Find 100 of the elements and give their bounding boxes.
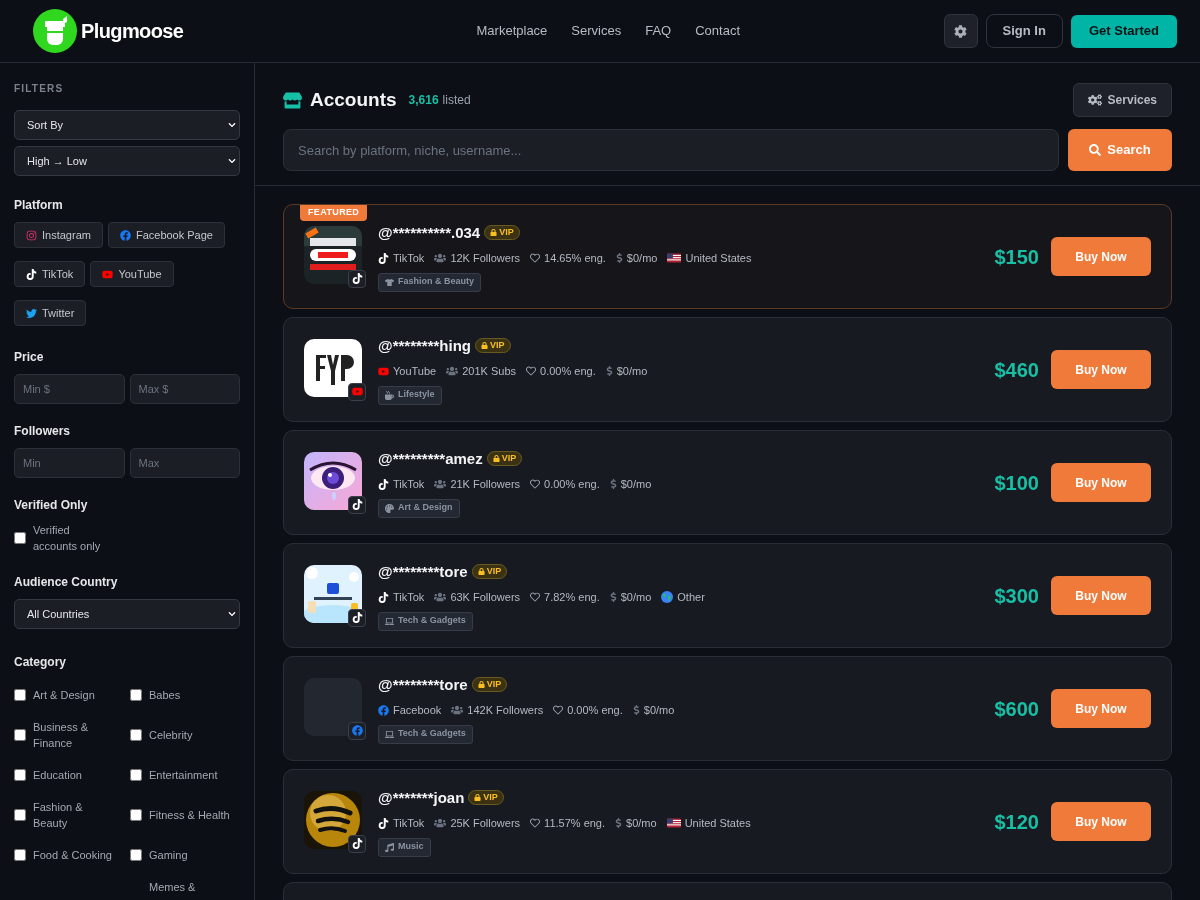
tiktok-icon [26,268,37,280]
min-followers-field[interactable]: Min [14,448,125,478]
lock-icon [490,229,498,237]
dollar-icon [632,705,640,716]
lock-icon [474,794,482,802]
category-tag: Tech & Gadgets [378,724,473,744]
price: $100 [994,470,1039,496]
checkbox[interactable] [14,849,26,861]
monthly-revenue: $0/mo [616,364,648,379]
category-label: Entertainment [149,768,218,783]
moose-logo-icon [33,9,77,53]
nav-link[interactable]: Contact [695,21,741,41]
platform-chip[interactable]: YouTube [90,261,174,287]
engagement-rate: 14.65% eng. [544,251,606,266]
checkbox[interactable] [130,849,142,861]
platform-chip[interactable]: Facebook Page [107,222,225,248]
tiktok-icon [378,591,389,603]
category-tag: Lifestyle [378,385,442,405]
checkbox[interactable] [130,769,142,781]
users-icon [434,479,447,490]
vip-badge: VIP [486,451,523,467]
palette-icon [385,503,394,513]
users-icon [434,592,447,603]
audience-count: 201K Subs [462,364,517,379]
monthly-revenue: $0/mo [626,816,657,831]
get-started-button[interactable]: Get Started [1070,14,1177,48]
platform-name: TikTok [393,816,425,831]
checkbox[interactable] [14,532,26,544]
filter-heading: Audience Country [14,574,119,591]
engagement-rate: 0.00% eng. [540,364,596,379]
nav-link[interactable]: Marketplace [476,21,548,41]
heart-icon [530,253,541,264]
max-price-field[interactable]: Max $ [129,374,240,404]
category-label: Business & Finance [33,720,90,751]
checkbox-label: Verified accounts only [33,523,102,554]
platform-chip[interactable]: TikTok [14,261,86,287]
engagement-rate: 0.00% eng. [567,703,623,718]
instagram-icon [26,229,37,241]
price: $120 [994,809,1039,835]
sort-select[interactable]: Sort By [14,110,240,140]
music-note-icon [385,842,394,852]
order-select[interactable]: High → Low [14,146,240,176]
filter-heading: Category [14,654,67,671]
chevron-icon [228,157,236,165]
heart-icon [526,366,537,377]
audience-count: 21K Followers [450,477,521,492]
checkbox[interactable] [130,809,142,821]
store-icon [283,91,302,109]
shirt-icon [385,277,394,287]
nav-link[interactable]: FAQ [645,21,672,41]
search-field[interactable]: Search by platform, niche, username... [283,129,1059,171]
country-name: Other [677,590,705,605]
heart-icon [530,479,541,490]
dollar-icon [609,592,617,603]
price: $460 [994,357,1039,383]
theme-toggle-button[interactable] [943,14,978,48]
youtube-icon [351,386,363,397]
lock-icon [481,342,488,350]
gear-icon [954,24,968,38]
sign-in-button[interactable]: Sign In [985,14,1063,48]
listing-count-suffix: listed [442,92,471,109]
heart-icon [530,818,541,829]
facebook-icon [119,229,131,241]
price: $150 [994,244,1039,270]
twitter-icon [26,307,37,319]
mug-icon [385,390,394,400]
max-followers-field[interactable]: Max [129,448,240,478]
min-price-field[interactable]: Min $ [14,374,125,404]
country-name: United States [685,251,752,266]
tiktok-icon [378,252,389,264]
checkbox[interactable] [14,809,26,821]
checkbox[interactable] [14,769,26,781]
country-select[interactable]: All Countries [14,599,240,629]
page-title: Accounts [310,87,397,112]
platform-chip[interactable]: Twitter [14,300,87,326]
vip-badge: VIP [468,790,504,806]
checkbox[interactable] [14,729,26,741]
checkbox[interactable] [14,689,26,701]
platform-chip[interactable]: Instagram [14,222,103,248]
facebook-icon [378,704,389,716]
flag-icon [666,818,681,829]
category-label: Food & Cooking [33,848,112,863]
listing-count: 3,616 [408,92,439,109]
engagement-rate: 11.57% eng. [544,816,606,831]
checkbox[interactable] [130,729,142,741]
tiktok-icon [351,499,363,510]
category-tag: Music [378,837,431,857]
monthly-revenue: $0/mo [620,590,652,605]
flag-icon [667,253,682,264]
chevron-icon [228,610,236,618]
nav-link[interactable]: Services [571,21,622,41]
chevron-icon [228,121,236,129]
monthly-revenue: $0/mo [643,703,675,718]
checkbox[interactable] [130,689,142,701]
brand-name: Plugmoose [81,19,184,44]
tiktok-icon [378,478,389,490]
audience-count: 12K Followers [450,251,521,266]
services-button[interactable]: Services [1072,83,1172,117]
audience-count: 142K Followers [467,703,544,718]
tiktok-icon [378,817,389,829]
